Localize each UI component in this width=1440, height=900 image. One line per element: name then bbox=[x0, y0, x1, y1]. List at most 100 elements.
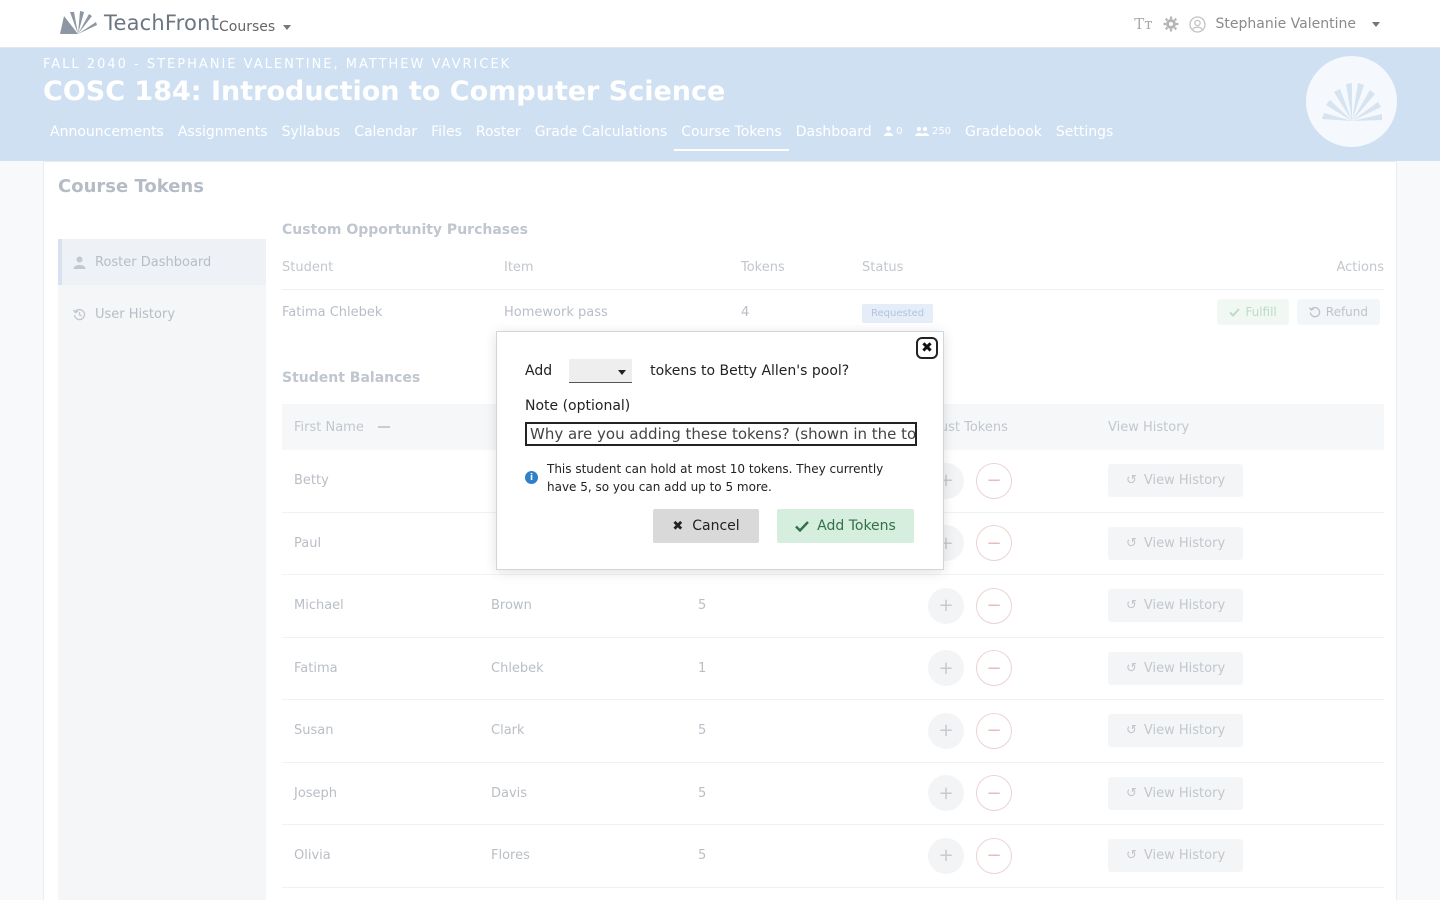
chevron-down-icon bbox=[283, 24, 292, 30]
course-term: FALL 2040 - STEPHANIE VALENTINE, MATTHEW… bbox=[43, 57, 512, 72]
chevron-down-icon[interactable] bbox=[1372, 21, 1380, 27]
last-name-cell: Clark bbox=[491, 723, 525, 739]
last-name-cell: Brown bbox=[491, 598, 532, 614]
first-name-cell: Michael bbox=[294, 598, 344, 614]
group-user-badge: 250 bbox=[914, 125, 952, 137]
text-size-icon[interactable]: Tт bbox=[1134, 15, 1152, 33]
note-input[interactable]: Why are you adding these tokens? (shown … bbox=[525, 422, 917, 446]
remove-tokens-button[interactable]: − bbox=[976, 525, 1012, 562]
tab-settings[interactable]: Settings bbox=[1049, 122, 1120, 151]
first-name-cell: Joseph bbox=[294, 785, 338, 801]
online-user-count: 0 bbox=[896, 125, 903, 137]
user-avatar-icon[interactable] bbox=[1188, 15, 1206, 33]
column-header: Tokens bbox=[741, 260, 785, 275]
cancel-button[interactable]: ✖ Cancel bbox=[653, 509, 759, 543]
first-name-header[interactable]: First Name bbox=[282, 420, 491, 435]
chevron-down-icon bbox=[618, 370, 627, 375]
tokens-cell: 5 bbox=[698, 848, 707, 864]
add-tokens-button[interactable]: + bbox=[928, 587, 964, 624]
group-user-count: 250 bbox=[931, 125, 952, 137]
sidebar-item-roster-dashboard[interactable]: Roster Dashboard bbox=[58, 239, 266, 285]
remove-tokens-button[interactable]: − bbox=[976, 712, 1012, 749]
view-history-button[interactable]: ↺ View History bbox=[1108, 464, 1244, 498]
add-tokens-dialog: ✖ Add tokens to Betty Allen's pool? Note… bbox=[496, 331, 944, 570]
purchase-item: Homework pass bbox=[504, 304, 608, 320]
history-icon: ↺ bbox=[1126, 535, 1137, 551]
course-logo bbox=[1306, 56, 1397, 147]
add-tokens-button[interactable]: + bbox=[928, 775, 964, 812]
view-history-button[interactable]: ↺ View History bbox=[1108, 589, 1244, 623]
view-history-label: View History bbox=[1143, 723, 1226, 739]
history-icon bbox=[73, 308, 86, 320]
view-history-button[interactable]: ↺ View History bbox=[1108, 651, 1244, 685]
remove-tokens-button[interactable]: − bbox=[976, 462, 1012, 499]
info-icon: i bbox=[525, 471, 538, 484]
settings-gear-icon[interactable] bbox=[1163, 16, 1179, 32]
tab-course-tokens[interactable]: Course Tokens bbox=[674, 122, 789, 151]
view-history-label: View History bbox=[1143, 598, 1226, 614]
online-user-badge: 0 bbox=[884, 125, 903, 137]
purchase-tokens: 4 bbox=[741, 304, 750, 320]
app-logo[interactable]: TeachFront bbox=[58, 10, 219, 36]
history-icon: ↺ bbox=[1126, 723, 1137, 739]
add-tokens-button[interactable]: + bbox=[928, 837, 964, 874]
remove-tokens-button[interactable]: − bbox=[976, 587, 1012, 624]
note-label: Note (optional) bbox=[525, 398, 631, 414]
table-row: Michael Brown 5 + − ↺ View History bbox=[282, 575, 1384, 638]
user-name-menu[interactable]: Stephanie Valentine bbox=[1216, 16, 1356, 32]
tab-announcements[interactable]: Announcements bbox=[43, 122, 171, 151]
refund-button[interactable]: Refund bbox=[1296, 299, 1380, 325]
view-history-label: View History bbox=[1143, 535, 1226, 551]
remove-tokens-button[interactable]: − bbox=[976, 837, 1012, 874]
add-tokens-button[interactable]: Add Tokens bbox=[777, 509, 914, 543]
token-amount-select[interactable] bbox=[569, 359, 633, 383]
view-history-button[interactable]: ↺ View History bbox=[1108, 776, 1244, 810]
table-row: Fatima Chlebek 1 + − ↺ View History bbox=[282, 638, 1384, 700]
tab-syllabus[interactable]: Syllabus bbox=[275, 122, 348, 151]
tab-calendar[interactable]: Calendar bbox=[347, 122, 424, 151]
remove-tokens-button[interactable]: − bbox=[976, 775, 1012, 812]
view-history-label: View History bbox=[1143, 473, 1226, 489]
column-header: Actions bbox=[1336, 260, 1385, 275]
logo-text: TeachFront bbox=[104, 11, 220, 35]
group-icon bbox=[914, 127, 929, 136]
add-suffix: tokens to Betty Allen's pool? bbox=[650, 363, 850, 379]
tokens-cell: 5 bbox=[698, 598, 707, 614]
person-icon bbox=[884, 126, 894, 136]
view-history-button[interactable]: ↺ View History bbox=[1108, 714, 1244, 748]
first-name-cell: Fatima bbox=[294, 660, 338, 676]
undo-icon bbox=[1308, 306, 1321, 318]
tab-dashboard[interactable]: Dashboard 0 250 bbox=[789, 122, 958, 151]
add-tokens-label: Add Tokens bbox=[817, 518, 896, 534]
tab-grade-calculations[interactable]: Grade Calculations bbox=[528, 122, 675, 151]
column-header: Status bbox=[862, 260, 904, 275]
tokens-sidebar: Roster Dashboard User History bbox=[58, 239, 266, 900]
view-history-button[interactable]: ↺ View History bbox=[1108, 526, 1244, 560]
add-tokens-button[interactable]: + bbox=[928, 712, 964, 749]
course-tabs: Announcements Assignments Syllabus Calen… bbox=[43, 122, 1120, 151]
fulfill-label: Fulfill bbox=[1245, 305, 1277, 319]
courses-dropdown[interactable]: Courses bbox=[219, 19, 292, 35]
info-text: This student can hold at most 10 tokens.… bbox=[547, 462, 884, 494]
add-tokens-button[interactable]: + bbox=[928, 650, 964, 687]
column-header: djust Tokens bbox=[928, 419, 1008, 435]
top-navbar: TeachFront Courses Tт Stephanie Valentin… bbox=[0, 0, 1440, 48]
tab-files[interactable]: Files bbox=[424, 122, 469, 151]
fulfill-button[interactable]: Fulfill bbox=[1217, 299, 1289, 325]
tab-assignments[interactable]: Assignments bbox=[171, 122, 275, 151]
view-history-button[interactable]: ↺ View History bbox=[1108, 839, 1244, 873]
view-history-label: View History bbox=[1143, 785, 1226, 801]
first-name-cell: Betty bbox=[294, 473, 329, 489]
remove-tokens-button[interactable]: − bbox=[976, 650, 1012, 687]
column-header: View History bbox=[1108, 419, 1190, 435]
history-icon: ↺ bbox=[1126, 660, 1137, 676]
tab-gradebook[interactable]: Gradebook bbox=[958, 122, 1049, 151]
page-title: Course Tokens bbox=[58, 176, 204, 197]
history-icon: ↺ bbox=[1126, 848, 1137, 864]
user-icon bbox=[73, 256, 86, 269]
status-badge: Requested bbox=[862, 303, 934, 323]
sidebar-item-label: User History bbox=[95, 306, 176, 322]
sidebar-item-user-history[interactable]: User History bbox=[58, 291, 266, 337]
tab-roster[interactable]: Roster bbox=[469, 122, 528, 151]
close-icon[interactable]: ✖ bbox=[916, 337, 938, 359]
